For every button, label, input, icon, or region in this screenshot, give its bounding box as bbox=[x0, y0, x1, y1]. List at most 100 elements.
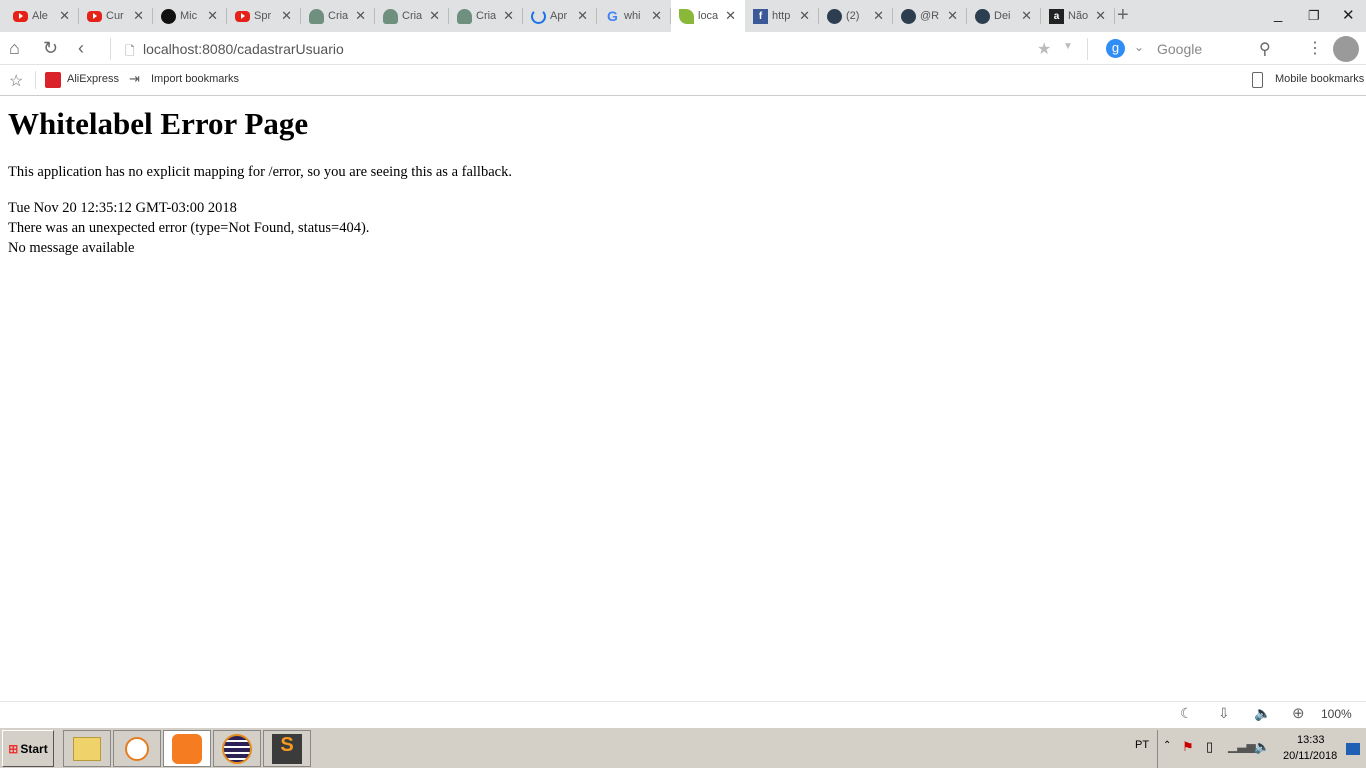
bookmarks-bar: ☆ AliExpress ⇥ Import bookmarks Mobile b… bbox=[0, 65, 1366, 96]
sublime-task[interactable]: S bbox=[263, 730, 311, 767]
show-hidden-icon[interactable]: ⌃ bbox=[1163, 740, 1171, 751]
tab[interactable]: Cur ✕ bbox=[79, 0, 153, 32]
search-icon[interactable]: ⚲ bbox=[1259, 39, 1271, 59]
new-tab-button[interactable]: + bbox=[1117, 4, 1129, 27]
close-tab-icon[interactable]: ✕ bbox=[577, 8, 588, 24]
tab-label: Ale bbox=[32, 10, 48, 22]
aliexpress-icon bbox=[45, 72, 61, 88]
uc-browser-task[interactable] bbox=[163, 730, 211, 767]
avatar-icon bbox=[383, 8, 398, 24]
explorer-task[interactable] bbox=[63, 730, 111, 767]
tab[interactable]: f http ✕ bbox=[745, 0, 819, 32]
tab[interactable]: Spr ✕ bbox=[227, 0, 301, 32]
tab[interactable]: a Não ✕ bbox=[1041, 0, 1115, 32]
tab[interactable]: Mic ✕ bbox=[153, 0, 227, 32]
mobile-bookmarks[interactable]: Mobile bookmarks bbox=[1275, 73, 1364, 85]
youtube-icon bbox=[235, 10, 250, 22]
close-tab-icon[interactable]: ✕ bbox=[725, 8, 736, 24]
show-desktop-icon[interactable] bbox=[1346, 743, 1360, 755]
system-tray: ⌃ ⚑ ▯ ▁▃▅ 🔈 13:33 20/11/2018 bbox=[1157, 730, 1366, 768]
network-icon[interactable]: ▁▃▅ bbox=[1228, 739, 1256, 753]
zoom-level[interactable]: 100% bbox=[1321, 707, 1352, 721]
address-bar: ⌂ ↻ ‹ 🗋 localhost:8080/cadastrarUsuario … bbox=[0, 32, 1366, 65]
error-description: This application has no explicit mapping… bbox=[8, 164, 512, 180]
avatar[interactable] bbox=[1333, 36, 1359, 62]
close-window-button[interactable]: ✕ bbox=[1342, 6, 1355, 24]
night-mode-icon[interactable]: ☾ bbox=[1180, 705, 1193, 722]
clock-time[interactable]: 13:33 bbox=[1297, 734, 1325, 746]
bookmark-star-icon[interactable]: ☆ bbox=[9, 71, 23, 91]
windows-logo-icon: ⊞ bbox=[8, 741, 19, 756]
close-tab-icon[interactable]: ✕ bbox=[1021, 8, 1032, 24]
flag-icon[interactable]: ⚑ bbox=[1182, 739, 1194, 755]
tab[interactable]: loca ✕ bbox=[671, 0, 745, 32]
tab[interactable]: Apr ✕ bbox=[523, 0, 597, 32]
tab-label: Cria bbox=[328, 10, 349, 22]
url-input[interactable]: localhost:8080/cadastrarUsuario bbox=[143, 41, 344, 57]
volume-icon[interactable]: 🔈 bbox=[1254, 705, 1271, 722]
close-tab-icon[interactable]: ✕ bbox=[799, 8, 810, 24]
error-type: There was an unexpected error (type=Not … bbox=[8, 220, 370, 236]
tab[interactable]: (2) ✕ bbox=[819, 0, 893, 32]
tab-label: Cur bbox=[106, 10, 124, 22]
close-tab-icon[interactable]: ✕ bbox=[355, 8, 366, 24]
tab-label: Spr bbox=[254, 10, 272, 22]
search-input[interactable]: Google bbox=[1157, 41, 1202, 57]
close-tab-icon[interactable]: ✕ bbox=[503, 8, 514, 24]
tab-label: @R bbox=[920, 10, 940, 22]
tab[interactable]: Cria ✕ bbox=[375, 0, 449, 32]
close-tab-icon[interactable]: ✕ bbox=[59, 8, 70, 24]
tab-bar: + _ ❐ ✕ Ale ✕ Cur ✕ Mic ✕ Spr ✕ Cria ✕ Cria ✕ Cria ✕ A… bbox=[0, 0, 1366, 32]
download-icon[interactable]: ⇩ bbox=[1218, 705, 1230, 722]
bookmark-aliexpress[interactable]: AliExpress bbox=[67, 73, 119, 85]
tab[interactable]: Ale ✕ bbox=[5, 0, 79, 32]
star-icon[interactable]: ★ bbox=[1037, 39, 1051, 59]
close-tab-icon[interactable]: ✕ bbox=[947, 8, 958, 24]
maximize-button[interactable]: ❐ bbox=[1308, 8, 1320, 24]
menu-icon[interactable]: ⋮ bbox=[1307, 38, 1323, 58]
avatar-icon bbox=[309, 8, 324, 24]
minimize-button[interactable]: _ bbox=[1274, 6, 1282, 23]
tab[interactable]: @R ✕ bbox=[893, 0, 967, 32]
folder-icon bbox=[73, 736, 101, 761]
tab[interactable]: Gwhi ✕ bbox=[597, 0, 671, 32]
home-icon[interactable]: ⌂ bbox=[9, 38, 20, 59]
close-tab-icon[interactable]: ✕ bbox=[873, 8, 884, 24]
tab[interactable]: Dei ✕ bbox=[967, 0, 1041, 32]
import-icon: ⇥ bbox=[129, 71, 140, 86]
zoom-icon[interactable]: ⊕ bbox=[1292, 704, 1305, 722]
bookmark-import[interactable]: Import bookmarks bbox=[151, 73, 239, 85]
close-tab-icon[interactable]: ✕ bbox=[651, 8, 662, 24]
media-icon bbox=[125, 736, 149, 761]
mobile-icon bbox=[1252, 72, 1263, 88]
power-icon[interactable]: ▯ bbox=[1206, 739, 1213, 755]
language-indicator[interactable]: PT bbox=[1135, 739, 1149, 751]
search-engine-icon[interactable]: g bbox=[1106, 39, 1125, 58]
tab-label: http bbox=[772, 10, 791, 22]
volume-tray-icon[interactable]: 🔈 bbox=[1254, 739, 1270, 755]
close-tab-icon[interactable]: ✕ bbox=[133, 8, 144, 24]
start-button[interactable]: ⊞ Start bbox=[2, 730, 54, 767]
google-icon: G bbox=[607, 8, 618, 24]
github-icon bbox=[161, 8, 176, 24]
eclipse-task[interactable] bbox=[213, 730, 261, 767]
dropdown-icon[interactable]: ▼ bbox=[1063, 41, 1073, 52]
taskbar: ⊞ Start S PT ⌃ ⚑ ▯ ▁▃▅ 🔈 13:33 20/11/2018 bbox=[0, 726, 1366, 768]
circle-icon bbox=[975, 8, 990, 24]
facebook-icon: f bbox=[753, 8, 768, 24]
close-tab-icon[interactable]: ✕ bbox=[281, 8, 292, 24]
close-tab-icon[interactable]: ✕ bbox=[1095, 8, 1106, 24]
spring-leaf-icon bbox=[679, 8, 694, 24]
tab-label: Dei bbox=[994, 10, 1011, 22]
tab[interactable]: Cria ✕ bbox=[449, 0, 523, 32]
close-tab-icon[interactable]: ✕ bbox=[429, 8, 440, 24]
media-player-task[interactable] bbox=[113, 730, 161, 767]
reload-icon[interactable]: ↻ bbox=[43, 38, 58, 59]
loading-icon bbox=[531, 8, 546, 24]
clock-date[interactable]: 20/11/2018 bbox=[1283, 750, 1337, 762]
tab-label: Cria bbox=[402, 10, 423, 22]
back-icon[interactable]: ‹ bbox=[78, 38, 84, 59]
tab[interactable]: Cria ✕ bbox=[301, 0, 375, 32]
close-tab-icon[interactable]: ✕ bbox=[207, 8, 218, 24]
chevron-down-icon[interactable]: ⌄ bbox=[1134, 40, 1144, 54]
